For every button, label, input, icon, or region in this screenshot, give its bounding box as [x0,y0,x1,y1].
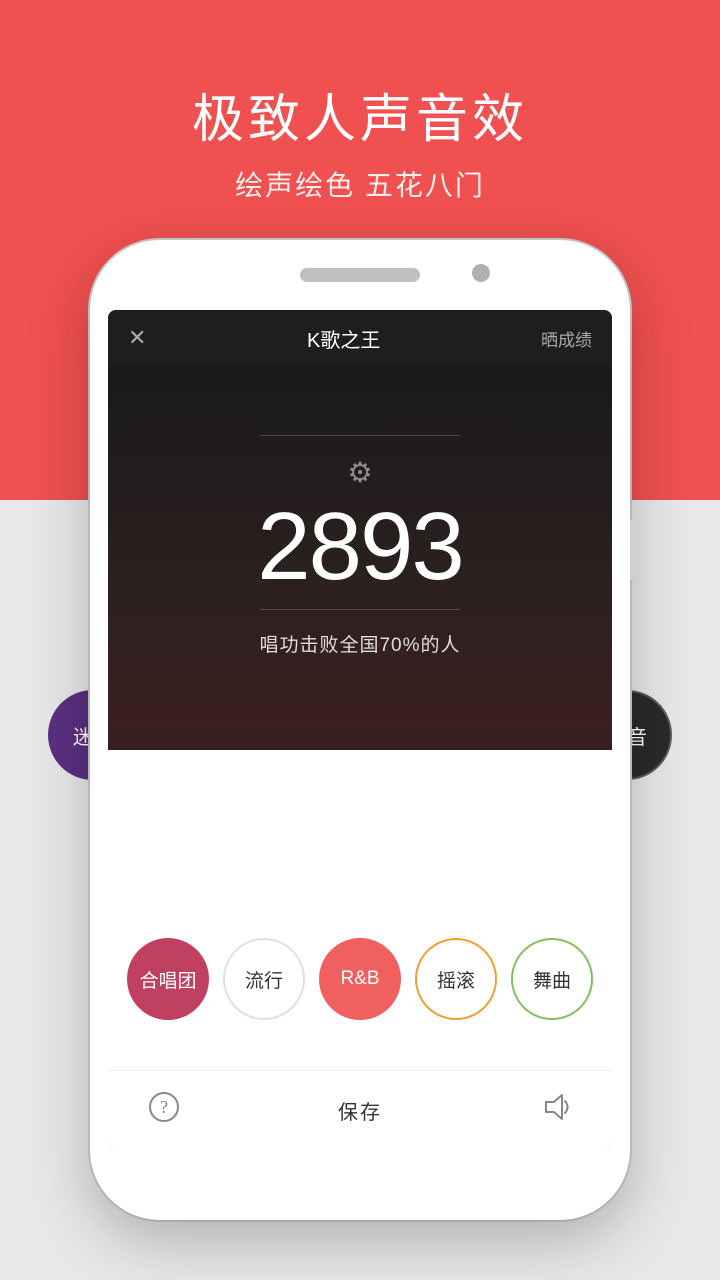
header-area: 极致人声音效 绘声绘色 五花八门 [0,0,720,280]
phone-camera [472,264,490,282]
header-title: 极致人声音效 [192,77,528,152]
phone-speaker [300,268,420,282]
effect-chorus-button[interactable]: 合唱团 [127,938,209,1020]
svg-text:?: ? [160,1097,168,1117]
volume-button[interactable] [540,1091,572,1130]
effect-rock-button[interactable]: 摇滚 [415,938,497,1020]
effects-row: 合唱团 流行 R&B 摇滚 舞曲 [108,938,612,1020]
app-title: K歌之王 [307,324,380,353]
score-divider-bottom [260,609,460,610]
header-subtitle: 绘声绘色 五花八门 [235,164,485,204]
save-button[interactable]: 保存 [338,1096,382,1125]
app-bar: ✕ K歌之王 晒成绩 [108,310,612,366]
effect-pop-button[interactable]: 流行 [223,938,305,1020]
effect-dance-button[interactable]: 舞曲 [511,938,593,1020]
phone-screen: ✕ K歌之王 晒成绩 ⚙ 2893 唱功击败全国70%的人 所以我明白在灯火阑珊… [108,310,612,1150]
effect-rnb-button[interactable]: R&B [319,938,401,1020]
phone-container: 迷幻 电音 ✕ K歌之王 晒成绩 ⚙ 2893 唱功击败全国70%的人 所以我明… [90,240,630,1220]
score-area: ⚙ 2893 唱功击败全国70%的人 [108,366,612,726]
score-description: 唱功击败全国70%的人 [259,630,460,657]
share-button[interactable]: 晒成绩 [541,326,592,351]
close-button[interactable]: ✕ [128,325,146,351]
bottom-white-area: 合唱团 流行 R&B 摇滚 舞曲 ? 保存 [108,750,612,1150]
score-divider-top [260,435,460,436]
help-button[interactable]: ? [148,1091,180,1130]
phone-side-button [630,520,638,580]
trophy-icon: ⚙ [347,456,372,489]
score-number: 2893 [257,499,463,595]
bottom-bar: ? 保存 [108,1070,612,1150]
